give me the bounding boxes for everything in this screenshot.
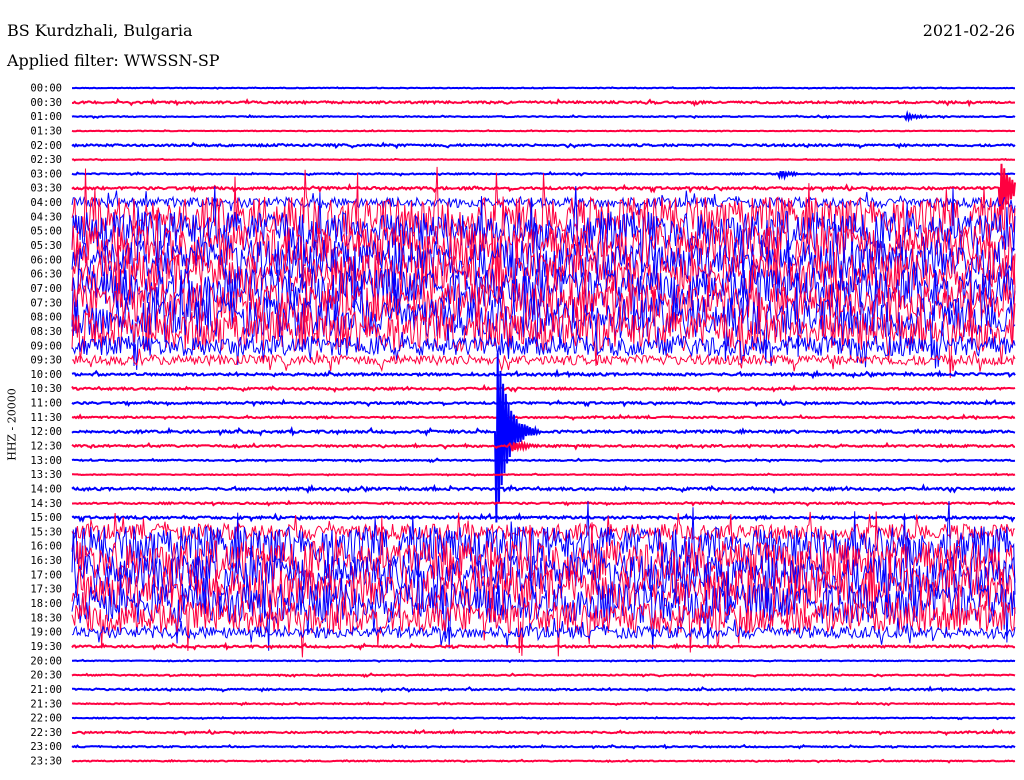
row-time-label: 21:00 xyxy=(30,684,62,696)
row-time-label: 10:00 xyxy=(30,369,62,381)
row-time-label: 02:00 xyxy=(30,140,62,152)
trace-row-00:00 xyxy=(72,86,1015,90)
row-time-label: 04:30 xyxy=(30,211,62,223)
row-time-label: 00:30 xyxy=(30,97,62,109)
row-time-label: 17:00 xyxy=(30,569,62,581)
trace-row-13:00 xyxy=(71,457,1016,464)
trace-row-21:00 xyxy=(71,685,1016,694)
trace-row-02:00 xyxy=(71,141,1016,150)
trace-row-10:00 xyxy=(71,368,1016,380)
trace-row-11:30 xyxy=(71,413,1016,421)
trace-row-23:00 xyxy=(71,743,1016,750)
row-time-label: 01:00 xyxy=(30,111,62,123)
row-time-label: 13:30 xyxy=(30,469,62,481)
row-time-label: 12:00 xyxy=(30,426,62,438)
row-time-label: 01:30 xyxy=(30,125,62,137)
trace-row-14:00 xyxy=(71,483,1016,495)
trace-row-22:30 xyxy=(71,728,1016,737)
trace-row-01:00 xyxy=(71,109,1016,123)
trace-row-22:00 xyxy=(71,715,1016,721)
trace-row-20:00 xyxy=(72,658,1016,664)
row-time-label: 19:00 xyxy=(30,627,62,639)
row-time-label: 15:30 xyxy=(30,526,62,538)
trace-row-13:30 xyxy=(72,472,1016,477)
row-time-label: 08:00 xyxy=(30,312,62,324)
row-time-label: 05:00 xyxy=(30,226,62,238)
row-time-label: 19:30 xyxy=(30,641,62,653)
trace-row-20:30 xyxy=(71,672,1016,679)
helicorder-plot: BS Kurdzhali, Bulgaria 2021-02-26 Applie… xyxy=(0,0,1024,780)
row-time-label: 20:30 xyxy=(30,670,62,682)
row-time-label: 17:30 xyxy=(30,584,62,596)
row-time-label: 15:00 xyxy=(30,512,62,524)
row-time-label: 03:00 xyxy=(30,168,62,180)
row-time-label: 06:00 xyxy=(30,254,62,266)
row-time-label: 18:30 xyxy=(30,612,62,624)
trace-row-11:00 xyxy=(71,398,1016,408)
row-time-label: 09:00 xyxy=(30,340,62,352)
trace-row-12:00 xyxy=(71,353,1016,523)
row-time-label: 03:30 xyxy=(30,183,62,195)
trace-row-02:30 xyxy=(71,157,1015,162)
row-time-label: 07:30 xyxy=(30,297,62,309)
row-time-label: 13:00 xyxy=(30,455,62,467)
row-time-label: 23:30 xyxy=(30,756,62,768)
row-time-label: 07:00 xyxy=(30,283,62,295)
row-time-label: 22:00 xyxy=(30,713,62,725)
trace-row-19:30 xyxy=(71,641,1016,651)
row-time-label: 10:30 xyxy=(30,383,62,395)
row-time-label: 21:30 xyxy=(30,698,62,710)
trace-row-21:30 xyxy=(71,701,1015,707)
trace-row-23:30 xyxy=(71,758,1016,764)
trace-row-10:30 xyxy=(71,383,1016,394)
trace-row-14:30 xyxy=(72,499,1015,507)
row-time-label: 09:30 xyxy=(30,355,62,367)
row-time-label: 14:00 xyxy=(30,483,62,495)
row-time-label: 14:30 xyxy=(30,498,62,510)
row-time-label: 05:30 xyxy=(30,240,62,252)
row-time-label: 16:30 xyxy=(30,555,62,567)
trace-row-00:30 xyxy=(71,97,1016,108)
row-time-label: 06:30 xyxy=(30,269,62,281)
row-time-label: 12:30 xyxy=(30,441,62,453)
row-time-label: 20:00 xyxy=(30,655,62,667)
row-time-label: 04:00 xyxy=(30,197,62,209)
row-time-label: 23:00 xyxy=(30,741,62,753)
trace-row-01:30 xyxy=(71,128,1016,133)
row-time-label: 08:30 xyxy=(30,326,62,338)
seismogram-traces: 00:00 00:30 01:00 01:30 02:00 02:30 03:00 03:30… xyxy=(30,83,1016,768)
trace-row-15:00 xyxy=(71,512,1016,524)
row-time-label: 22:30 xyxy=(30,727,62,739)
row-time-label: 16:00 xyxy=(30,541,62,553)
trace-row-12:30 xyxy=(71,439,1015,453)
row-time-label: 02:30 xyxy=(30,154,62,166)
row-time-label: 18:00 xyxy=(30,598,62,610)
row-time-label: 11:00 xyxy=(30,398,62,410)
row-time-label: 00:00 xyxy=(30,83,62,95)
row-time-label: 11:30 xyxy=(30,412,62,424)
